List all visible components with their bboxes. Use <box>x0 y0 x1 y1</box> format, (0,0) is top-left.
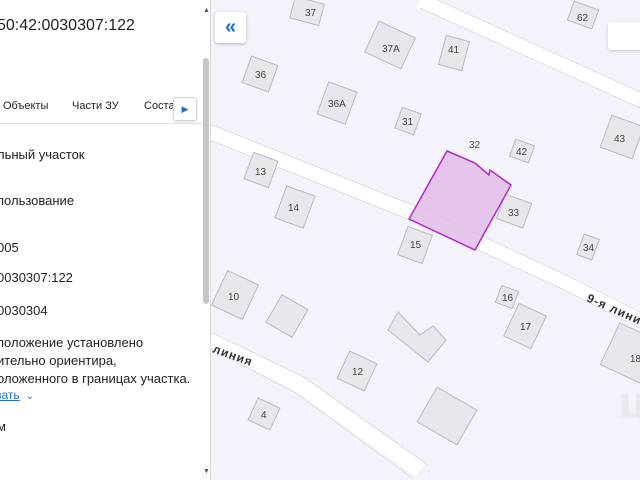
svg-text:37А: 37А <box>382 44 400 55</box>
tabs-scroll-right-button[interactable]: ▶ <box>173 97 197 121</box>
svg-text:42: 42 <box>516 147 528 158</box>
info-sidebar: 50:42:0030307:122 Объекты Части ЗУ Соста… <box>0 0 211 480</box>
double-chevron-left-icon: « <box>224 16 237 38</box>
svg-text:37: 37 <box>305 8 317 19</box>
building-41[interactable]: 41 <box>437 34 471 72</box>
building-31[interactable]: 31 <box>394 106 422 136</box>
building-37a[interactable]: 37А <box>364 20 416 70</box>
svg-text:36: 36 <box>255 70 267 81</box>
building-34[interactable]: 34 <box>576 233 600 261</box>
building-36[interactable]: 36 <box>241 55 279 93</box>
building-62[interactable]: 62 <box>566 0 600 30</box>
building-10[interactable]: 10 <box>211 269 260 321</box>
field-cadastral-quarter: 0030304 <box>0 303 48 318</box>
svg-text:12: 12 <box>352 367 364 378</box>
field-date: 005 <box>0 240 19 255</box>
scroll-up-arrow[interactable]: ▲ <box>202 6 210 15</box>
field-area: м <box>0 418 6 436</box>
svg-text:18: 18 <box>630 354 640 365</box>
tab-composition[interactable]: Соста <box>144 100 175 112</box>
svg-text:14: 14 <box>288 203 300 214</box>
map-control-button[interactable] <box>608 22 640 50</box>
svg-text:36А: 36А <box>328 99 346 110</box>
field-permitted-use: пользование <box>0 193 75 208</box>
svg-text:15: 15 <box>410 240 422 251</box>
map-canvas: 37 62 37А 41 36 36А 31 32 42 43 13 14 33… <box>211 0 640 479</box>
svg-text:10: 10 <box>228 292 240 303</box>
building-42[interactable]: 42 <box>508 138 536 164</box>
svg-text:32: 32 <box>469 140 481 151</box>
building-15[interactable]: 15 <box>397 225 433 265</box>
svg-text:13: 13 <box>255 167 267 178</box>
svg-text:17: 17 <box>520 322 532 333</box>
collapse-sidebar-button[interactable]: « <box>215 12 246 43</box>
building-32: 32 <box>469 140 481 151</box>
svg-text:16: 16 <box>502 293 514 304</box>
svg-text:31: 31 <box>402 117 414 128</box>
building-unlabeled-1[interactable] <box>265 293 309 339</box>
show-more-link[interactable]: зать ⌄ <box>0 388 34 402</box>
road-label-9th-line: 9-я линия <box>585 291 640 331</box>
show-more-link-label: зать <box>0 388 20 402</box>
road-lower <box>211 331 429 479</box>
scroll-down-arrow[interactable]: ▼ <box>202 467 210 476</box>
building-18[interactable]: 18 <box>599 322 640 384</box>
scrollbar-thumb[interactable] <box>203 58 209 304</box>
building-43[interactable]: 43 <box>599 114 640 160</box>
building-17[interactable]: 17 <box>503 302 547 350</box>
building-unlabeled-2[interactable] <box>387 311 447 363</box>
building-16[interactable]: 16 <box>494 284 520 310</box>
svg-text:43: 43 <box>614 134 626 145</box>
field-address-line-1: положение установлено <box>0 335 144 350</box>
field-address-line-2: ительно ориентира, <box>0 353 117 368</box>
building-36a[interactable]: 36А <box>316 81 358 125</box>
svg-text:62: 62 <box>577 13 589 24</box>
svg-text:41: 41 <box>448 45 460 56</box>
cadastral-map[interactable]: 37 62 37А 41 36 36А 31 32 42 43 13 14 33… <box>211 0 640 480</box>
svg-text:34: 34 <box>583 243 595 254</box>
field-address-line-3: оложенного в границах участка. <box>0 371 191 386</box>
cadastral-number-title: 50:42:0030307:122 <box>0 17 135 34</box>
chevron-right-icon: ▶ <box>181 103 189 114</box>
building-37[interactable]: 37 <box>289 0 325 27</box>
tab-objects[interactable]: Объекты <box>3 100 48 112</box>
svg-text:4: 4 <box>261 410 267 421</box>
tab-land-parts[interactable]: Части ЗУ <box>72 100 119 112</box>
building-unlabeled-3[interactable] <box>416 386 478 446</box>
building-12[interactable]: 12 <box>336 350 378 392</box>
field-object-type: льный участок <box>0 147 85 162</box>
building-4[interactable]: 4 <box>247 397 281 431</box>
field-cadastral-number: 0030307:122 <box>0 270 73 285</box>
svg-text:33: 33 <box>508 208 520 219</box>
chevron-down-icon: ⌄ <box>25 391 35 402</box>
cian-watermark: циан <box>619 378 640 427</box>
building-14[interactable]: 14 <box>274 185 316 229</box>
